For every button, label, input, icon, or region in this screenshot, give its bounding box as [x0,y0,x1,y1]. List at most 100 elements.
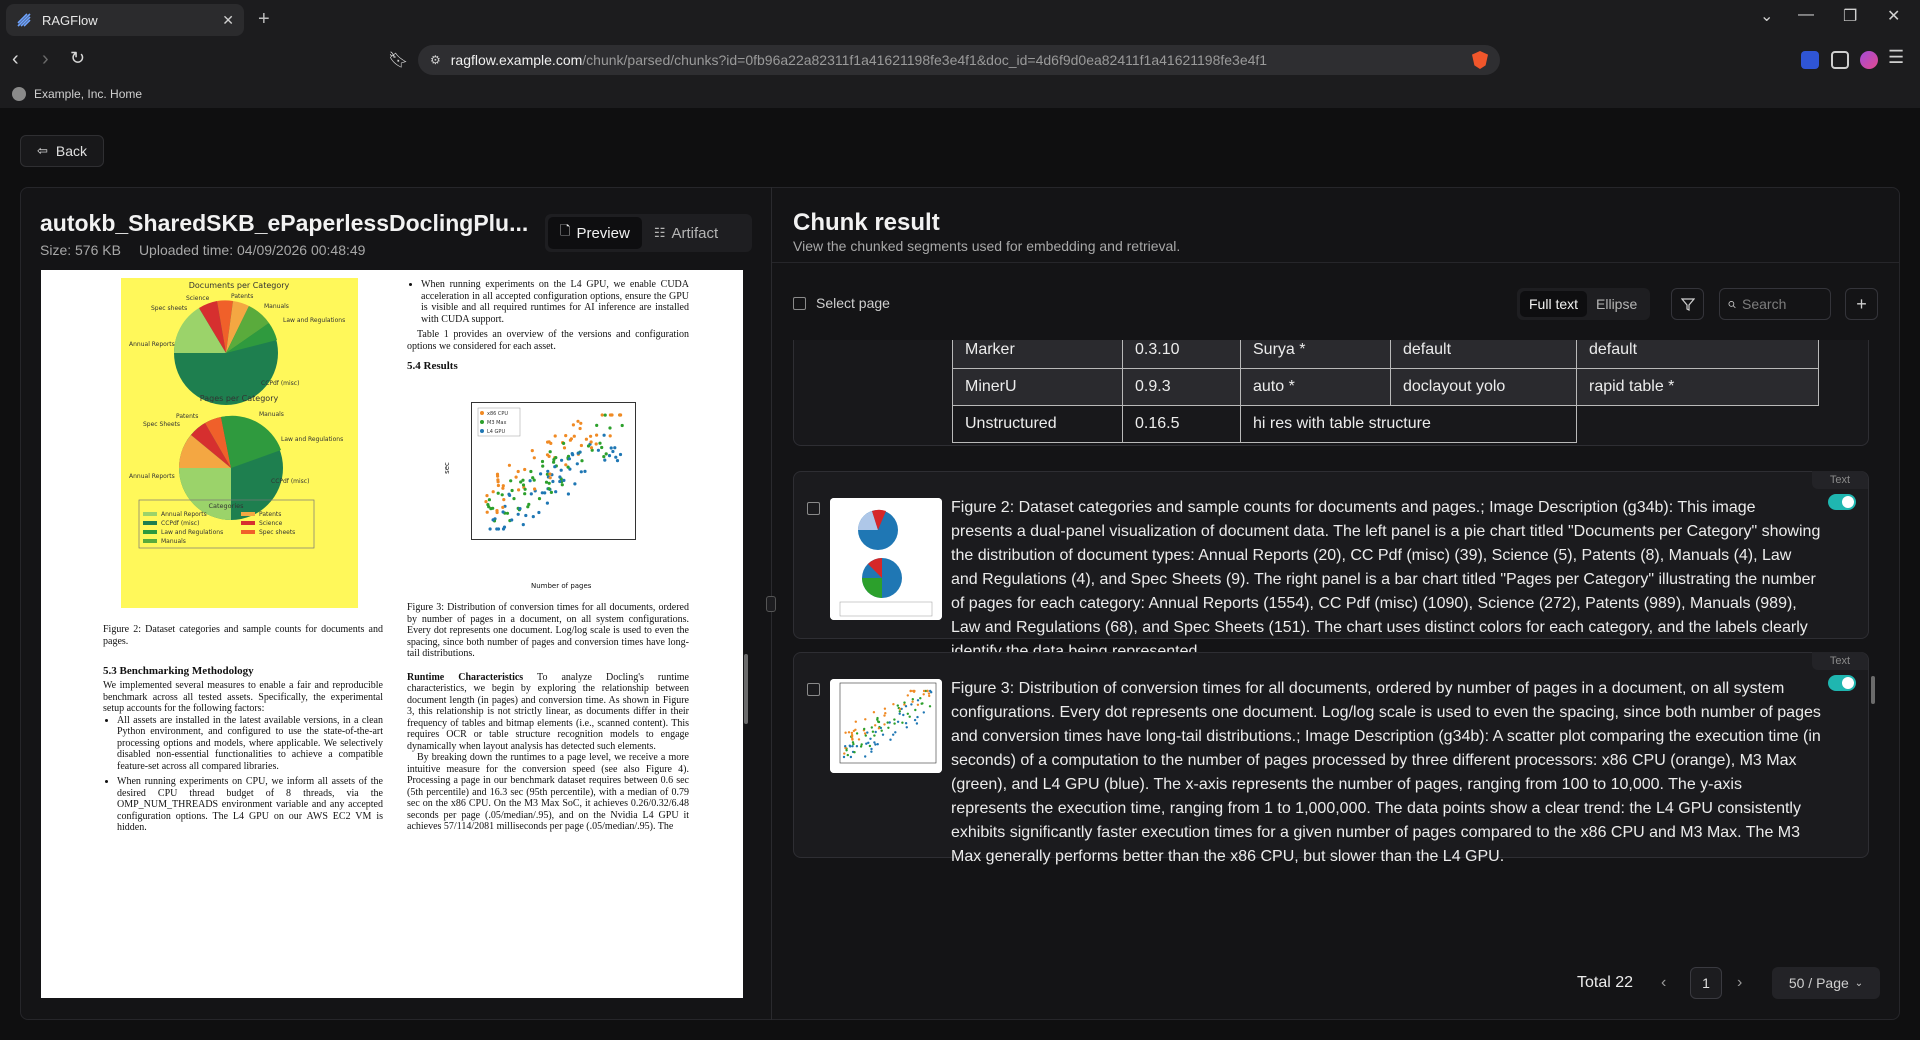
forward-arrow-icon[interactable]: › [42,48,49,71]
tab-artifact[interactable]: ☷ Artifact [642,217,730,249]
scatter-dot [614,455,618,459]
scatter-dot [549,441,553,445]
table-cell: rapid table * [1576,368,1819,406]
scatter-dot [600,413,604,417]
back-label: Back [55,143,88,159]
scatter-dot [850,735,854,738]
site-settings-icon[interactable]: ⚙ [430,53,441,67]
select-page-control[interactable]: Select page [793,295,890,311]
menu-icon[interactable]: ☰ [1888,47,1904,68]
runtime-text: To analyze Docling's runtime characteris… [407,671,689,752]
scatter-dot [526,505,530,509]
scatter-dot [595,433,599,437]
table-row: MinerU 0.9.3 auto * doclayout yolo rapid… [952,368,1819,406]
figure-2-thumbnail [830,498,942,620]
scatter-dot [874,730,877,734]
profile-icon[interactable] [1860,51,1878,69]
chunk-item[interactable]: Text Figure 2: Dataset categories and sa… [793,471,1869,660]
scatter-dot [893,722,896,725]
chunk-checkbox[interactable] [807,502,820,515]
search-field[interactable] [1719,288,1831,320]
scatter-dot [519,480,523,484]
scatter-dot [562,446,567,450]
tab-search-chevron-icon[interactable]: ⌄ [1760,6,1773,26]
table-cell: MinerU [952,368,1123,406]
bookmark-icon[interactable]: 🔖︎ [388,50,408,70]
document-title: autokb_SharedSKB_ePaperlessDoclingPlu... [40,210,529,236]
scatter-dot [496,474,500,478]
scatter-dot [537,510,541,515]
bitwarden-extension-icon[interactable] [1801,51,1819,69]
address-bar[interactable]: ⚙ ragflow.example.com/chunk/parsed/chunk… [418,45,1500,75]
gpu-bullet: When running experiments on the L4 GPU, … [421,279,689,325]
scatter-dot [553,465,557,469]
chunk-checkbox[interactable] [807,683,820,696]
new-tab-button[interactable]: + [258,8,270,31]
chunk-text: Figure 2: Dataset categories and sample … [951,499,1821,660]
plus-icon: + [1856,293,1867,314]
prev-page-icon[interactable]: ‹ [1661,967,1666,999]
scatter-dot [884,712,887,715]
scatter-dot [496,483,500,488]
scatter-dot [501,505,505,509]
fig2-pie2-label: CCPdf (misc) [271,478,309,485]
select-page-checkbox[interactable] [793,296,806,310]
scatter-dot [905,726,908,729]
chunk-enable-toggle[interactable] [1828,675,1856,691]
scatter-dot [852,742,855,746]
scatter-dot [518,507,522,511]
scatter-dot [929,689,932,693]
chunk-thumbnail[interactable] [830,498,942,620]
bookmark-example-home[interactable]: Example, Inc. Home [34,87,142,101]
chunk-type-tag: Text [1812,652,1868,670]
view-mode-full-text[interactable]: Full text [1520,291,1588,317]
scatter-dot [872,711,876,714]
scatter-dot [906,712,909,715]
tab-close-icon[interactable]: ✕ [222,12,234,29]
fig2-legend-item: CCPdf (misc) [161,520,199,527]
chunk-list-scrollbar[interactable] [1871,676,1875,704]
fig2-pie2-label: Manuals [259,411,284,418]
scatter-dot [562,478,566,482]
extensions-icon[interactable] [1831,51,1849,69]
pdf-scrollbar[interactable] [744,654,748,724]
scatter-legend-item: M3 Max [487,420,506,426]
brave-shield-icon[interactable] [1472,51,1488,69]
tab-preview[interactable]: 🗋 Preview [548,217,642,249]
restore-icon[interactable]: ❐ [1843,6,1857,26]
filter-button[interactable] [1671,288,1704,320]
scatter-dot [870,750,873,753]
chunk-enable-toggle[interactable] [1828,494,1856,510]
scatter-dot [545,453,550,457]
scatter-dot [566,492,570,496]
scatter-dot [546,440,550,444]
chunk-item[interactable]: Text Figure 3: Distribution of conversio… [793,652,1869,865]
browser-tab[interactable]: RAGFlow ✕ [6,4,244,36]
minimize-icon[interactable]: — [1798,6,1814,24]
chunk-text: Figure 3: Distribution of conversion tim… [951,680,1821,865]
scatter-dot [613,446,617,450]
page-size-select[interactable]: 50 / Page ⌄ [1772,967,1880,999]
chunk-item-table[interactable]: Marker 0.3.10 Surya * default default Mi… [793,340,1869,446]
file-icon: 🗋 [560,223,571,238]
window-close-icon[interactable]: ✕ [1887,6,1900,26]
table-cell: doclayout yolo [1390,368,1577,406]
next-page-icon[interactable]: › [1737,967,1742,999]
scatter-dot [548,472,552,476]
page-number-button[interactable]: 1 [1690,967,1722,999]
add-chunk-button[interactable]: + [1845,288,1878,320]
back-arrow-icon[interactable]: ‹ [12,48,19,71]
scatter-dot [893,718,896,721]
resize-handle[interactable] [766,596,776,612]
search-input[interactable] [1742,296,1822,312]
scatter-dot [896,720,900,723]
chunk-thumbnail[interactable] [830,679,942,773]
scatter-dot [564,434,568,438]
back-button[interactable]: ⇦ Back [20,135,104,167]
scatter-dot [554,490,558,494]
scatter-dot [877,727,881,730]
view-mode-ellipse[interactable]: Ellipse [1587,291,1646,317]
reload-icon[interactable]: ↻ [70,48,85,69]
scatter-dot [487,498,491,502]
scatter-dot [523,487,527,491]
